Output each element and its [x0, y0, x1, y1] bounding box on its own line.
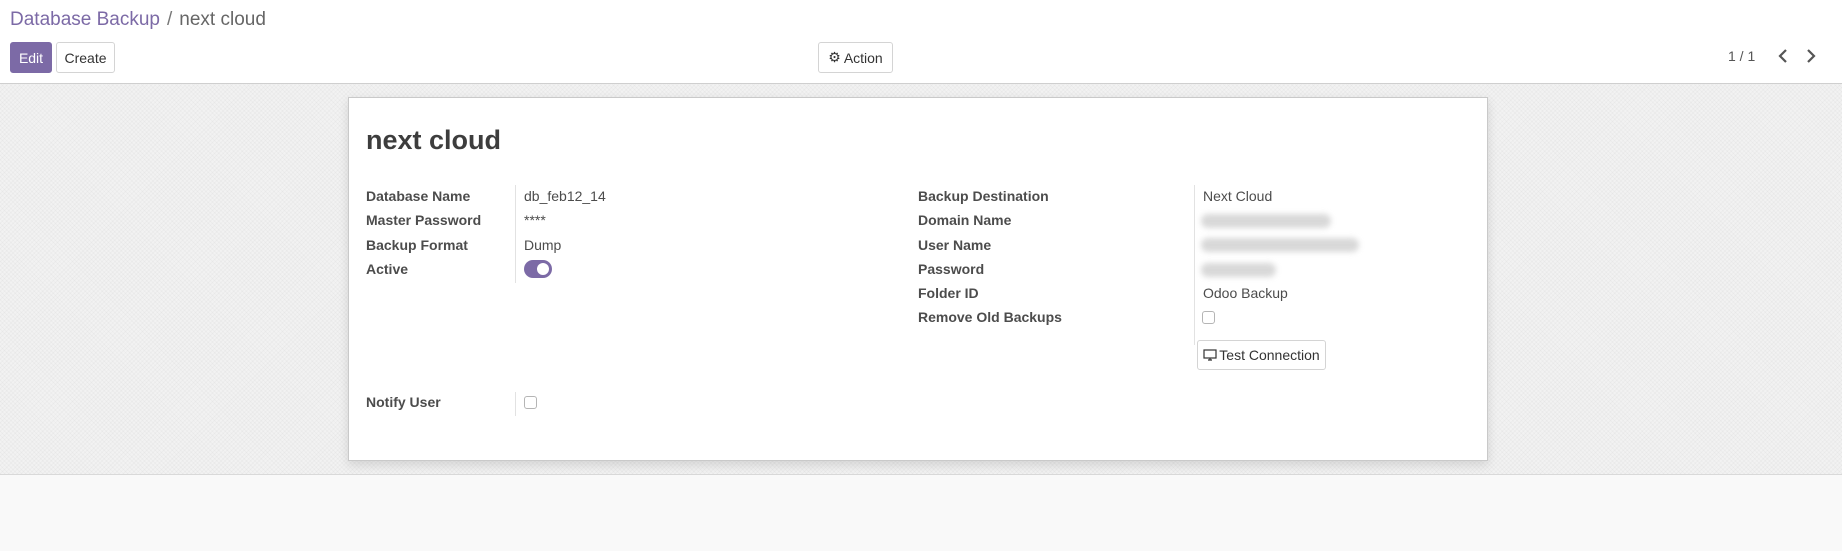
- field-label-domain-name: Domain Name: [918, 212, 1012, 228]
- field-label-backup-format: Backup Format: [366, 237, 468, 253]
- database-name-value: db_feb12_14: [524, 188, 606, 204]
- folder-id-value: Odoo Backup: [1203, 285, 1288, 301]
- backup-destination-value: Next Cloud: [1203, 188, 1273, 204]
- notify-user-checkbox[interactable]: [524, 396, 537, 409]
- monitor-icon: [1203, 349, 1217, 361]
- redacted-domain-name: [1201, 214, 1331, 228]
- form-view: next cloud Database Name db_feb12_14 Mas…: [0, 84, 1842, 475]
- field-label-folder-id: Folder ID: [918, 285, 979, 301]
- field-label-password: Password: [918, 261, 985, 277]
- breadcrumb-separator: /: [167, 9, 173, 30]
- active-toggle[interactable]: [524, 260, 552, 278]
- field-label-backup-destination: Backup Destination: [918, 188, 1049, 204]
- pager-value: 1 / 1: [1728, 48, 1756, 64]
- field-label-remove-old-backups: Remove Old Backups: [918, 309, 1062, 325]
- breadcrumb-current: next cloud: [179, 9, 266, 30]
- chevron-left-icon[interactable]: [1774, 44, 1792, 68]
- field-label-active: Active: [366, 261, 409, 277]
- remove-old-backups-checkbox[interactable]: [1202, 311, 1215, 324]
- redacted-password: [1201, 263, 1276, 277]
- control-panel: Database Backup / next cloud Edit Create ⚙…: [0, 0, 1842, 84]
- field-divider: [515, 392, 516, 416]
- field-divider: [1194, 185, 1195, 345]
- chevron-right-icon[interactable]: [1802, 44, 1820, 68]
- edit-button[interactable]: Edit: [10, 42, 52, 73]
- test-connection-label: Test Connection: [1219, 347, 1320, 363]
- record-title: next cloud: [366, 125, 502, 155]
- create-button[interactable]: Create: [56, 42, 115, 73]
- field-label-master-password: Master Password: [366, 212, 482, 228]
- backup-format-value: Dump: [524, 237, 562, 253]
- action-button-label: Action: [843, 49, 883, 66]
- gear-icon: ⚙: [828, 49, 841, 65]
- form-sheet: next cloud Database Name db_feb12_14 Mas…: [348, 97, 1488, 461]
- breadcrumb-parent-link[interactable]: Database Backup: [10, 9, 160, 30]
- redacted-user-name: [1201, 238, 1359, 252]
- master-password-value: ****: [524, 212, 546, 228]
- field-label-database-name: Database Name: [366, 188, 471, 204]
- test-connection-button[interactable]: Test Connection: [1197, 340, 1326, 370]
- field-divider: [515, 185, 516, 283]
- field-label-notify-user: Notify User: [366, 394, 441, 410]
- toggle-knob: [537, 263, 549, 275]
- breadcrumb: Database Backup / next cloud: [10, 9, 266, 31]
- field-label-user-name: User Name: [918, 237, 992, 253]
- action-button[interactable]: ⚙ Action: [818, 42, 893, 73]
